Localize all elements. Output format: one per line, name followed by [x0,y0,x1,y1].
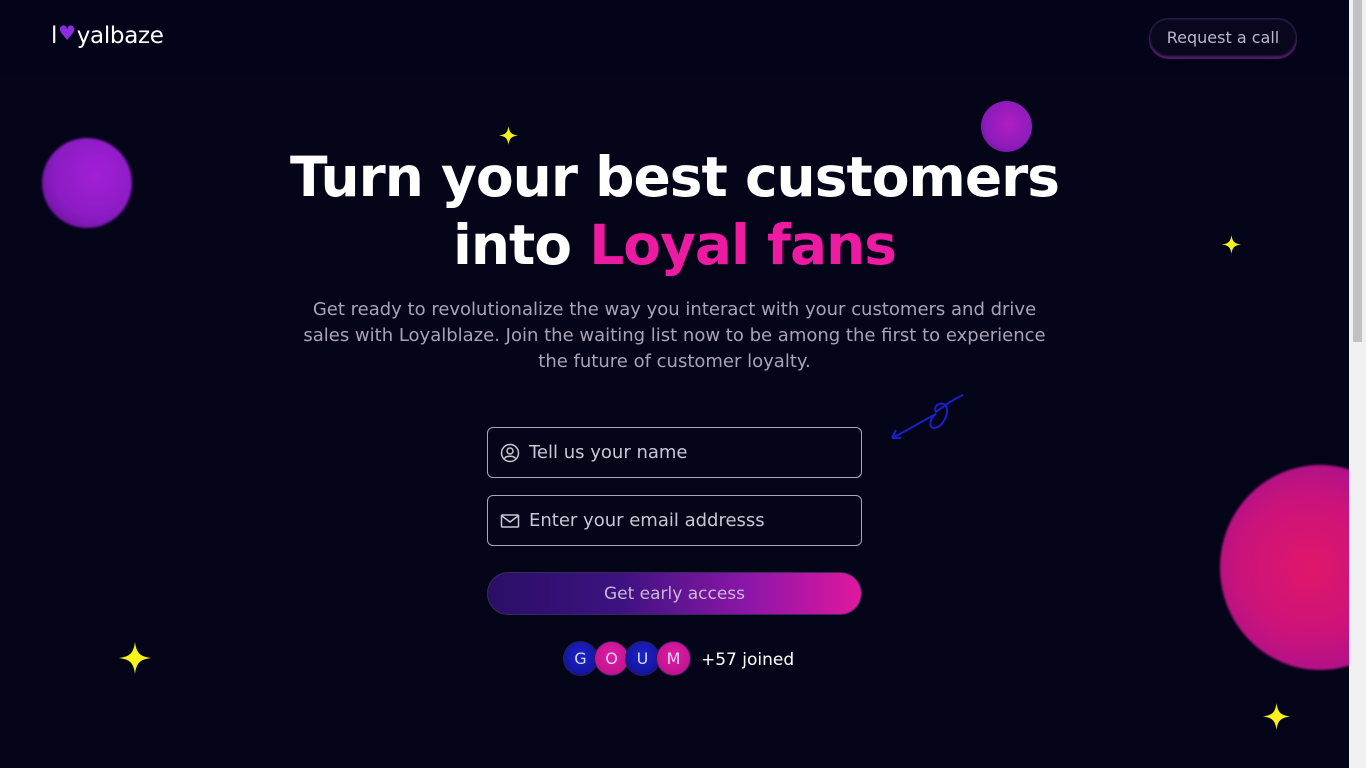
headline-accent: Loyal fans [589,213,897,277]
headline-line-2: into Loyal fans [0,211,1349,279]
joined-count: +57 joined [701,650,795,670]
sparkle-icon [119,642,151,674]
request-call-button[interactable]: Request a call [1149,18,1297,57]
name-input[interactable] [520,428,861,477]
avatar: O [594,641,629,676]
scrollbar-thumb[interactable] [1353,0,1362,342]
headline-line-1: Turn your best customers [289,145,1060,209]
headline-line-2-prefix: into [453,213,572,277]
hero-subtext: Get ready to revolutionalize the way you… [303,299,1046,372]
sparkle-icon [1263,703,1290,730]
heart-icon: ♥ [58,21,76,45]
decor-blob-pink-right [1220,465,1366,670]
avatar: M [656,641,691,676]
email-field[interactable] [487,495,862,546]
logo-text-prefix: l [51,23,58,49]
logo-text-suffix: yalbaze [76,23,164,49]
email-input[interactable] [520,496,861,545]
envelope-icon [500,511,520,531]
user-circle-icon [500,443,520,463]
joined-avatars: G O U M [563,641,691,678]
get-early-access-button[interactable]: Get early access [487,572,862,615]
hero-headline: Turn your best customers into Loyal fans [0,143,1349,279]
name-field[interactable] [487,427,862,478]
squiggle-arrow-icon [891,394,964,439]
avatar: U [625,641,660,676]
page-scrollbar[interactable] [1349,0,1366,768]
logo[interactable]: l ♥ yalbaze [51,21,164,49]
landing-page: l ♥ yalbaze Request a call Turn your bes… [0,0,1366,768]
avatar: G [563,641,598,676]
site-header: l ♥ yalbaze Request a call [0,0,1349,76]
